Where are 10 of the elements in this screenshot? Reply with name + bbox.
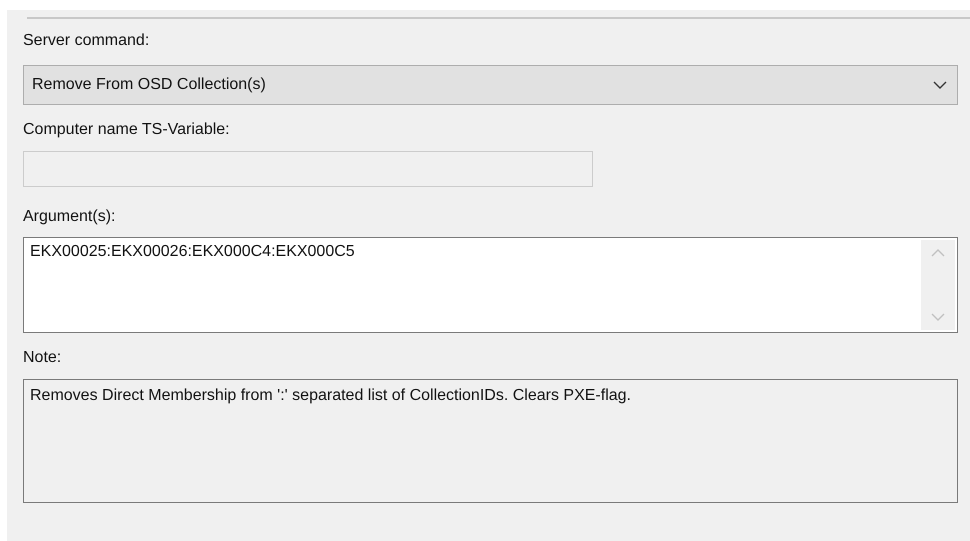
chevron-down-icon — [933, 80, 947, 90]
scroll-up-icon[interactable] — [931, 248, 945, 257]
field-label: Server command: — [23, 32, 150, 50]
field-label: Argument(s): — [23, 208, 116, 226]
field-label: Note: — [23, 349, 62, 367]
field-label: Computer name TS-Variable: — [23, 121, 230, 139]
scroll-down-icon[interactable] — [931, 313, 945, 322]
server-command-dropdown[interactable]: Remove From OSD Collection(s) — [23, 65, 958, 105]
note-text: Removes Direct Membership from ':' separated list of CollectionIDs. Clears PXE-flag. — [30, 387, 631, 404]
arguments-field[interactable]: EKX00025:EKX00026:EKX000C4:EKX000C5 — [23, 237, 958, 333]
